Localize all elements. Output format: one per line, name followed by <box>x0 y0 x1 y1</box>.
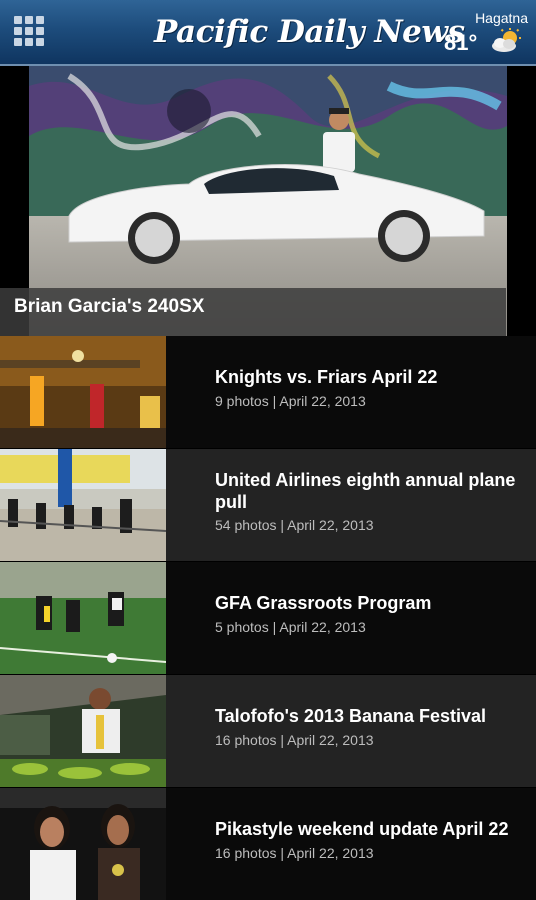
gallery-title[interactable]: GFA Grassroots Program <box>215 592 527 614</box>
list-item[interactable]: GFA Grassroots Program 5 photos | April … <box>0 562 536 675</box>
weather-location[interactable]: Hagatna <box>475 10 528 26</box>
list-item[interactable]: Talofofo's 2013 Banana Festival 16 photo… <box>0 675 536 788</box>
gallery-thumbnail[interactable] <box>0 675 166 787</box>
gallery-thumbnail[interactable] <box>0 336 166 448</box>
grid-menu-icon[interactable] <box>14 16 46 46</box>
gallery-title[interactable]: United Airlines eighth annual plane pull <box>215 469 527 513</box>
gallery-title[interactable]: Pikastyle weekend update April 22 <box>215 818 527 840</box>
gallery-meta: 54 photos | April 22, 2013 <box>215 517 374 533</box>
gallery-thumbnail[interactable] <box>0 449 166 561</box>
gallery-thumbnail[interactable] <box>0 562 166 674</box>
featured-gallery[interactable]: Brian Garcia's 240SX <box>0 66 536 336</box>
gallery-thumbnail[interactable] <box>0 788 166 900</box>
gallery-title[interactable]: Talofofo's 2013 Banana Festival <box>215 705 527 727</box>
app-logo[interactable]: Pacific Daily News <box>154 10 465 54</box>
gallery-title[interactable]: Knights vs. Friars April 22 <box>215 366 527 388</box>
gallery-meta: 9 photos | April 22, 2013 <box>215 393 366 409</box>
gallery-meta: 16 photos | April 22, 2013 <box>215 845 374 861</box>
list-item[interactable]: Pikastyle weekend update April 22 16 pho… <box>0 788 536 900</box>
list-item[interactable]: Knights vs. Friars April 22 9 photos | A… <box>0 336 536 449</box>
gallery-meta: 16 photos | April 22, 2013 <box>215 732 374 748</box>
app-header: Pacific Daily News Hagatna 81° <box>0 0 536 66</box>
gallery-list: Knights vs. Friars April 22 9 photos | A… <box>0 336 536 900</box>
list-item[interactable]: United Airlines eighth annual plane pull… <box>0 449 536 562</box>
white-car <box>68 164 485 264</box>
featured-title[interactable]: Brian Garcia's 240SX <box>14 296 204 318</box>
partly-cloudy-icon[interactable] <box>490 28 524 54</box>
gallery-meta: 5 photos | April 22, 2013 <box>215 619 366 635</box>
weather-temperature[interactable]: 81° <box>444 30 477 56</box>
